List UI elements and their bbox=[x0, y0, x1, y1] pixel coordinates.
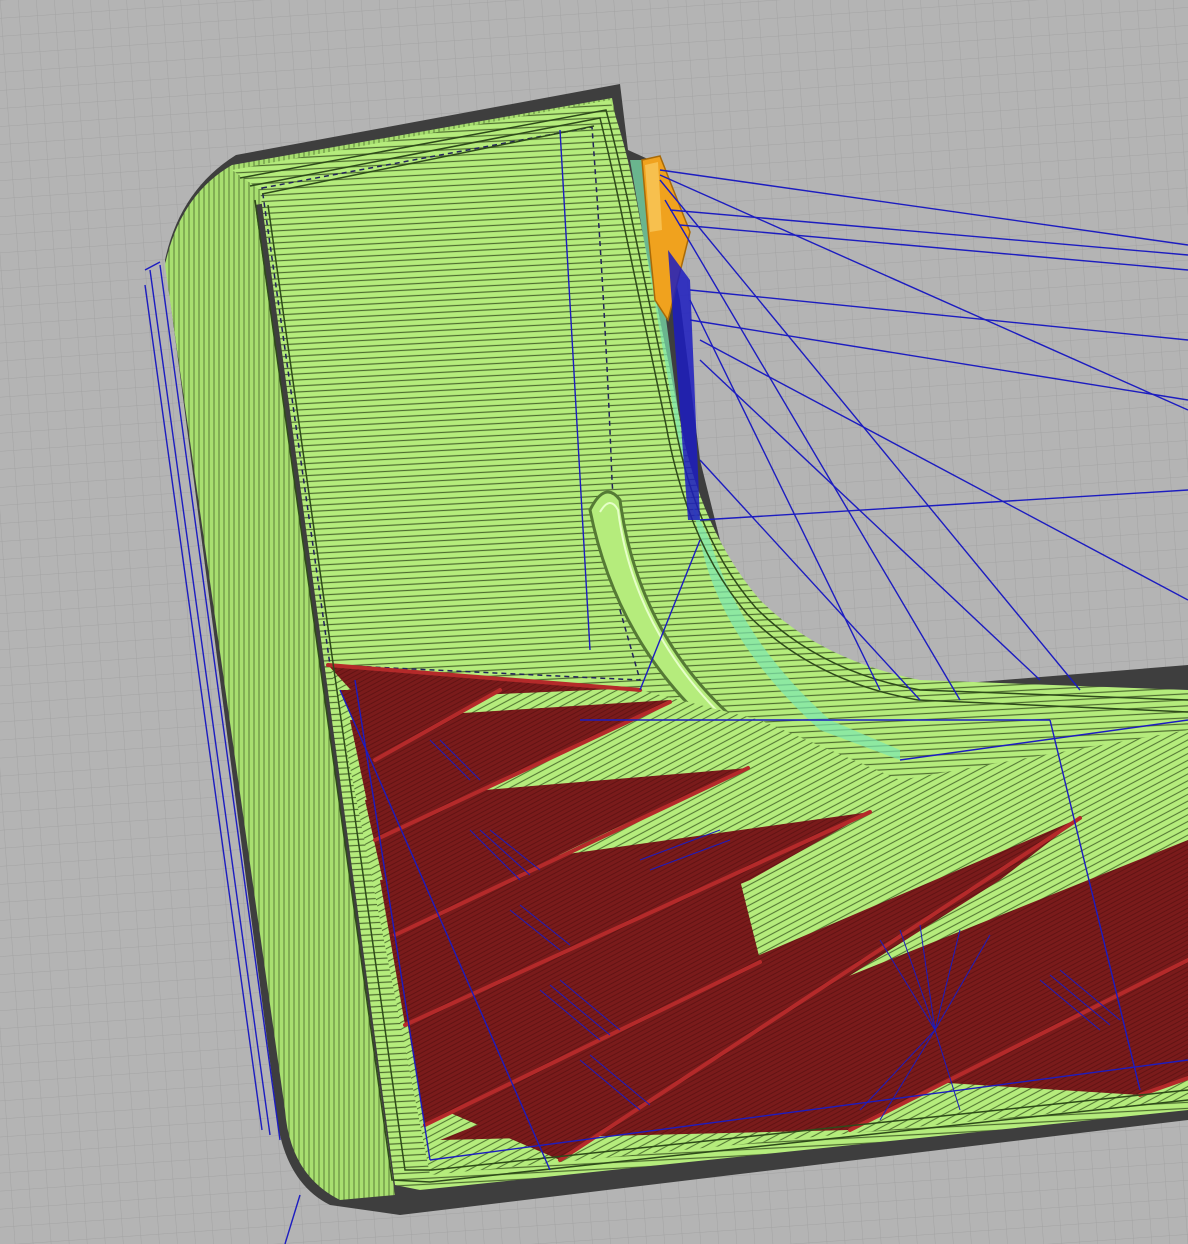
3d-preview-viewport[interactable] bbox=[0, 0, 1188, 1244]
gcode-preview-canvas[interactable] bbox=[0, 0, 1188, 1244]
